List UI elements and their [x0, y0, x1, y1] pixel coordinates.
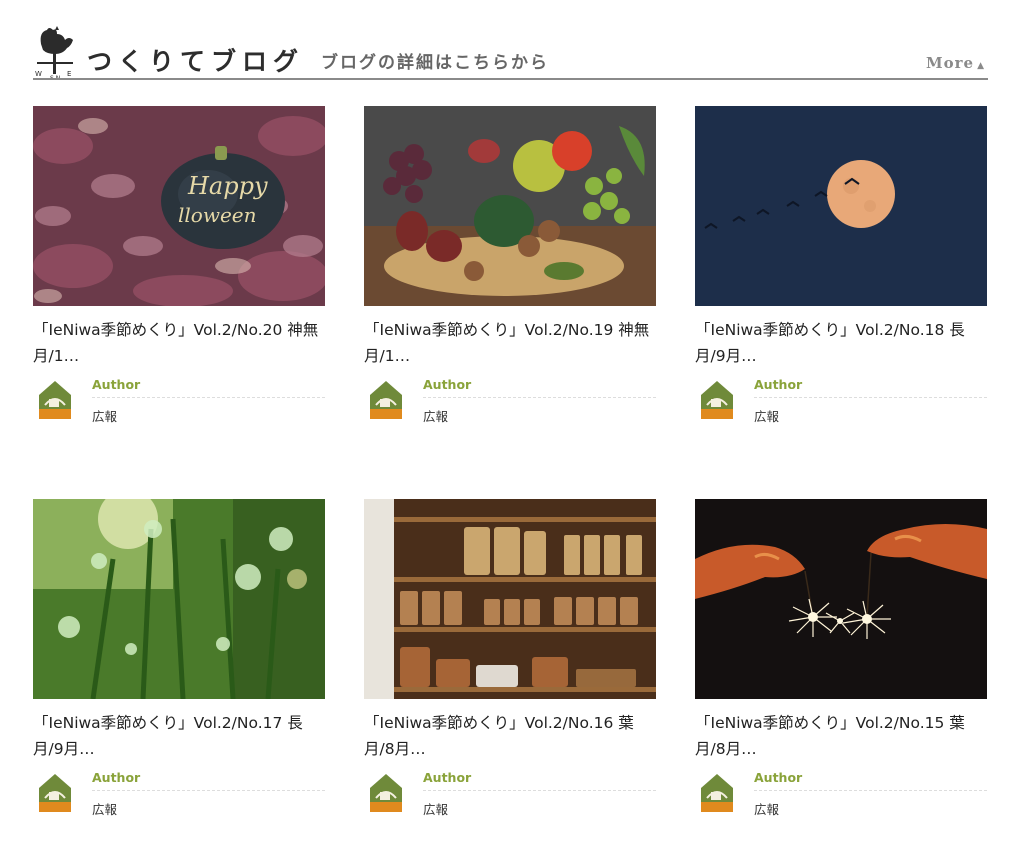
author-name[interactable]: 広報 [423, 406, 448, 425]
post-title[interactable]: 「IeNiwa季節めくり」Vol.2/No.17 長月/9月… [33, 710, 325, 762]
blog-subtitle-link[interactable]: ブログの詳細はこちらから [321, 48, 549, 73]
post-card[interactable]: 「IeNiwa季節めくり」Vol.2/No.16 葉月/8月… Author 広… [364, 499, 656, 839]
author-avatar-house-icon [701, 774, 733, 812]
dewdrops-on-grass-image [33, 499, 325, 699]
post-title[interactable]: 「IeNiwa季節めくり」Vol.2/No.19 神無月/1… [364, 317, 656, 369]
more-link[interactable]: More ▲ [926, 54, 985, 72]
svg-text:E: E [67, 70, 71, 78]
sparklers-hands-image [695, 499, 987, 699]
author-name[interactable]: 広報 [754, 406, 779, 425]
post-title[interactable]: 「IeNiwa季節めくり」Vol.2/No.20 神無月/1… [33, 317, 325, 369]
author-divider [423, 397, 656, 398]
author-avatar-house-icon [370, 381, 402, 419]
author-avatar-house-icon [39, 774, 71, 812]
post-thumbnail[interactable] [364, 106, 656, 306]
author-name[interactable]: 広報 [754, 799, 779, 818]
author-name[interactable]: 広報 [92, 406, 117, 425]
author-label: Author [92, 770, 141, 785]
author-divider [754, 790, 987, 791]
triangle-up-icon: ▲ [977, 61, 985, 71]
post-thumbnail[interactable] [695, 499, 987, 699]
halloween-pumpkin-image: Happy lloween [33, 106, 325, 306]
author-avatar-house-icon [701, 381, 733, 419]
author-divider [92, 790, 325, 791]
rooster-weathervane-icon: W E S N [35, 26, 73, 80]
author-name[interactable]: 広報 [423, 799, 448, 818]
svg-text:lloween: lloween [178, 203, 257, 227]
post-title[interactable]: 「IeNiwa季節めくり」Vol.2/No.18 長月/9月… [695, 317, 987, 369]
author-divider [754, 397, 987, 398]
more-label: More [926, 54, 975, 72]
blog-title: つくりてブログ [87, 47, 305, 76]
post-card[interactable]: Happy lloween 「IeNiwa季節めくり」Vol.2/No.20 神… [33, 106, 325, 446]
autumn-harvest-basket-image [364, 106, 656, 306]
author-name[interactable]: 広報 [92, 799, 117, 818]
header-divider [33, 78, 988, 80]
post-card[interactable]: 「IeNiwa季節めくり」Vol.2/No.19 神無月/1… Author 広… [364, 106, 656, 446]
author-label: Author [423, 377, 472, 392]
author-avatar-house-icon [39, 381, 71, 419]
svg-text:Happy: Happy [187, 172, 268, 200]
author-label: Author [92, 377, 141, 392]
author-divider [92, 397, 325, 398]
post-thumbnail[interactable] [695, 106, 987, 306]
author-label: Author [423, 770, 472, 785]
author-label: Author [754, 770, 803, 785]
post-card[interactable]: 「IeNiwa季節めくり」Vol.2/No.15 葉月/8月… Author 広… [695, 499, 987, 839]
blog-header: W E S N つくりてブログ ブログの詳細はこちらから More▲ [33, 22, 988, 82]
author-divider [423, 790, 656, 791]
author-avatar-house-icon [370, 774, 402, 812]
svg-text:W: W [35, 70, 42, 78]
post-card[interactable]: 「IeNiwa季節めくり」Vol.2/No.17 長月/9月… Author 広… [33, 499, 325, 839]
pantry-jars-shelves-image [364, 499, 656, 699]
full-moon-birds-image [695, 106, 987, 306]
post-thumbnail[interactable]: Happy lloween [33, 106, 325, 306]
author-label: Author [754, 377, 803, 392]
post-thumbnail[interactable] [33, 499, 325, 699]
post-card[interactable]: 「IeNiwa季節めくり」Vol.2/No.18 長月/9月… Author 広… [695, 106, 987, 446]
post-title[interactable]: 「IeNiwa季節めくり」Vol.2/No.16 葉月/8月… [364, 710, 656, 762]
post-title[interactable]: 「IeNiwa季節めくり」Vol.2/No.15 葉月/8月… [695, 710, 987, 762]
post-thumbnail[interactable] [364, 499, 656, 699]
